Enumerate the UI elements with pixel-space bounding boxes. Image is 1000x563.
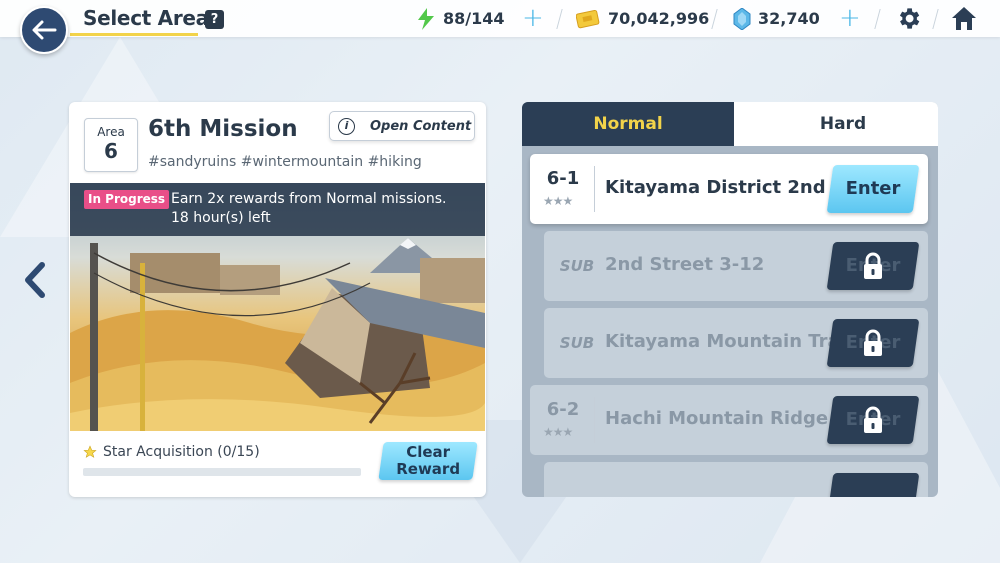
top-bar: Select Area ? 88/144 + 70,042,996 32,740… xyxy=(0,0,1000,37)
stage-row[interactable] xyxy=(544,462,928,497)
stage-row[interactable]: SUB 2nd Street 3-12 Enter xyxy=(544,231,928,301)
previous-area-arrow-icon[interactable] xyxy=(20,262,50,298)
info-icon: i xyxy=(338,118,355,135)
enter-button[interactable] xyxy=(826,473,920,497)
stage-name: Kitayama District 2nd ... xyxy=(605,177,853,198)
gold-value: 70,042,996 xyxy=(608,9,710,28)
mission-title: 6th Mission xyxy=(148,116,298,142)
bonus-description: Earn 2x rewards from Normal missions. 18… xyxy=(171,190,446,228)
clear-reward-line-1: Clear xyxy=(406,443,451,461)
arrow-left-icon xyxy=(32,20,57,40)
enter-button[interactable]: Enter xyxy=(826,319,920,367)
area-number: 6 xyxy=(104,139,118,163)
divider xyxy=(932,9,939,29)
clear-reward-button[interactable]: Clear Reward xyxy=(378,442,478,480)
lock-icon xyxy=(864,329,882,356)
stage-divider xyxy=(594,166,595,212)
stamina-value: 88/144 xyxy=(443,9,505,28)
area-banner-image: In Progress Earn 2x rewards from Normal … xyxy=(70,183,485,431)
divider xyxy=(874,9,881,29)
bonus-line-2: 18 hour(s) left xyxy=(171,210,271,226)
event-progress-banner: In Progress Earn 2x rewards from Normal … xyxy=(70,183,485,236)
star-progress-bar xyxy=(83,468,361,476)
status-badge: In Progress xyxy=(84,190,170,209)
stage-divider xyxy=(594,397,595,443)
enter-button[interactable]: Enter xyxy=(826,242,920,290)
area-card: Area 6 6th Mission #sandyruins #wintermo… xyxy=(69,102,486,497)
stage-code: SUB xyxy=(559,334,595,352)
lock-icon xyxy=(864,252,882,279)
lock-icon xyxy=(864,406,882,433)
divider xyxy=(556,9,563,29)
bonus-line-1: Earn 2x rewards from Normal missions. xyxy=(171,191,447,207)
star-acquisition-label: Star Acquisition (0/15) xyxy=(103,444,260,460)
gem-value: 32,740 xyxy=(758,9,820,28)
home-icon[interactable] xyxy=(950,5,978,32)
open-content-label: Open Content xyxy=(370,118,472,134)
settings-gear-icon[interactable] xyxy=(895,5,922,32)
stage-row[interactable]: 6-2 ★★★ Hachi Mountain Ridge ...Enter xyxy=(530,385,928,455)
clear-reward-line-2: Reward xyxy=(396,460,461,478)
stamina-icon xyxy=(418,8,434,30)
divider xyxy=(711,9,718,29)
tab-hard[interactable]: Hard xyxy=(734,102,938,146)
enter-label: Enter xyxy=(845,178,901,199)
title-underline xyxy=(70,33,198,36)
area-number-box: Area 6 xyxy=(84,118,138,172)
enter-button[interactable]: Enter xyxy=(826,165,920,213)
enter-button[interactable]: Enter xyxy=(826,396,920,444)
star-icon xyxy=(83,445,97,458)
mission-tags: #sandyruins #wintermountain #hiking xyxy=(148,154,422,170)
stage-name: Kitayama Mountain Trail xyxy=(605,331,852,352)
stage-code: SUB xyxy=(559,257,595,275)
help-button[interactable]: ? xyxy=(205,10,224,29)
stage-code: 6-2 xyxy=(546,399,580,420)
stage-stars-icon: ★★★ xyxy=(543,194,573,208)
stage-code: 6-1 xyxy=(546,168,580,189)
stage-stars-icon: ★★★ xyxy=(543,425,573,439)
add-stamina-button[interactable]: + xyxy=(522,5,544,31)
star-acquisition: Star Acquisition (0/15) xyxy=(83,444,260,460)
stage-name: Hachi Mountain Ridge ... xyxy=(605,408,855,429)
gold-ticket-icon xyxy=(576,9,600,29)
page-title: Select Area xyxy=(83,6,209,30)
stage-row[interactable]: SUB Kitayama Mountain TrailEnter xyxy=(544,308,928,378)
open-content-button[interactable]: i Open Content xyxy=(329,111,475,141)
stage-name: 2nd Street 3-12 xyxy=(605,254,765,275)
area-label: Area xyxy=(97,125,125,139)
back-button[interactable] xyxy=(20,6,68,54)
add-gems-button[interactable]: + xyxy=(839,5,861,31)
stage-panel: Normal Hard 6-1 ★★★ Kitayama District 2nd … xyxy=(522,102,938,497)
tab-normal[interactable]: Normal xyxy=(522,102,748,146)
gem-icon xyxy=(733,8,751,30)
stage-row[interactable]: 6-1 ★★★ Kitayama District 2nd ... Enter xyxy=(530,154,928,224)
